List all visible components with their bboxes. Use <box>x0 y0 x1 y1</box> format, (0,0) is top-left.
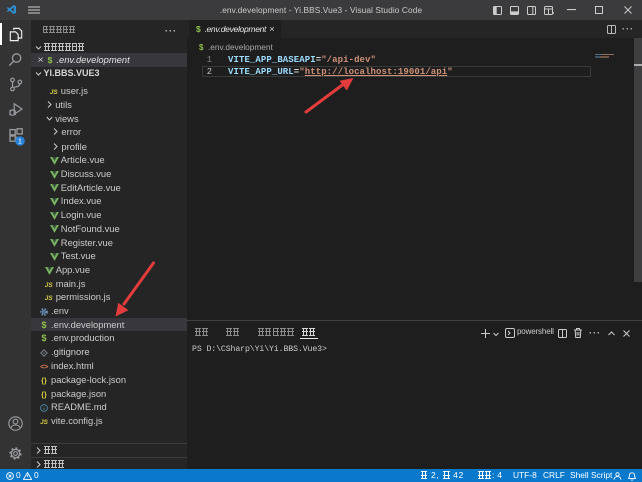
svg-text:1: 1 <box>18 139 22 146</box>
